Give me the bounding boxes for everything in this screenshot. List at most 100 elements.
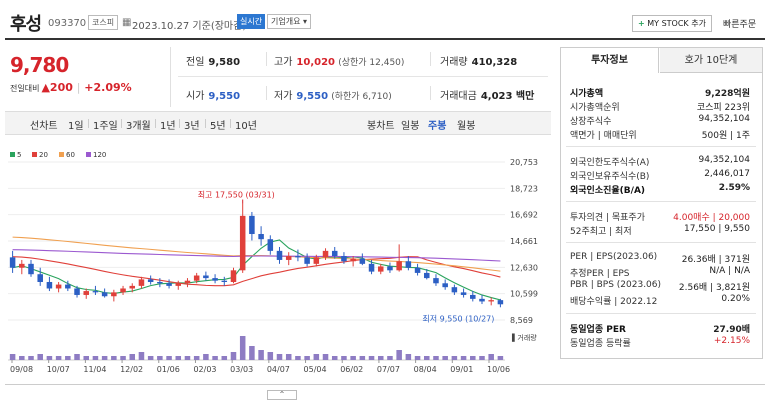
volume-bar bbox=[396, 350, 402, 360]
divider bbox=[566, 313, 756, 314]
divider bbox=[430, 52, 431, 66]
info-label: 액면가 | 매매단위 bbox=[570, 131, 637, 141]
current-price: 9,780 bbox=[10, 53, 69, 77]
candle-body bbox=[258, 234, 264, 240]
volume-bar bbox=[157, 356, 163, 360]
legend-swatch bbox=[86, 152, 91, 157]
quick-order-link[interactable]: 빠른주문 bbox=[723, 17, 756, 30]
volume-bar bbox=[497, 356, 504, 360]
info-label: 동일업종 등락률 bbox=[570, 339, 631, 349]
ma-line-60 bbox=[12, 236, 501, 272]
candle-period-2[interactable]: 월봉 bbox=[457, 117, 475, 132]
info-label: 시가총액순위 bbox=[570, 103, 620, 113]
info-label: 외국인소진율(B/A) bbox=[570, 186, 646, 196]
info-row: 동일업종 PER 27.90배 bbox=[570, 322, 750, 335]
volume-bar bbox=[83, 356, 89, 360]
volume-bar bbox=[184, 356, 191, 360]
info-label: 외국인한도주식수(A) bbox=[570, 158, 650, 168]
volume-bar bbox=[239, 336, 246, 360]
info-row: 배당수익률 | 2022.12 0.20% bbox=[570, 294, 750, 307]
volume-bar bbox=[74, 354, 80, 360]
legend-label: 5 bbox=[17, 151, 21, 159]
x-tick-label: 02/03 bbox=[193, 365, 216, 374]
period-6[interactable]: 10년 bbox=[235, 117, 257, 132]
high-price: 고가 10,020 (상한가 12,450) bbox=[274, 57, 405, 68]
info-label: 배당수익률 | 2022.12 bbox=[570, 297, 658, 307]
volume-bar bbox=[37, 354, 43, 360]
period-3[interactable]: 1년 bbox=[160, 117, 176, 132]
mystock-add-button[interactable]: + MY STOCK 추가 bbox=[632, 15, 712, 32]
tab-orderbook[interactable]: 호가 10단계 bbox=[660, 48, 762, 73]
candle-body bbox=[55, 284, 62, 289]
open-price: 시가 9,550 bbox=[186, 91, 241, 102]
volume-bar bbox=[433, 356, 439, 360]
volume-bar bbox=[221, 356, 228, 360]
x-tick-label: 10/07 bbox=[47, 365, 70, 374]
info-row: 시가총액순위 코스피 223위 bbox=[570, 100, 750, 113]
info-row: 투자의견 | 목표주가 4.00매수 | 20,000 bbox=[570, 210, 750, 223]
period-divider bbox=[205, 119, 206, 128]
candle-body bbox=[368, 263, 375, 272]
candle-period-1[interactable]: 주봉 bbox=[428, 117, 446, 132]
volume-bar bbox=[120, 356, 126, 360]
collapse-button[interactable]: ⌃ bbox=[267, 390, 297, 400]
candle-body bbox=[37, 274, 43, 282]
candle-body bbox=[497, 300, 504, 305]
period-1[interactable]: 1주일 bbox=[93, 117, 118, 132]
period-2[interactable]: 3개월 bbox=[126, 117, 151, 132]
volume-bar bbox=[212, 356, 218, 360]
info-label: PBR | BPS (2023.06) bbox=[570, 280, 662, 290]
candle-body bbox=[239, 215, 246, 271]
info-label: 상장주식수 bbox=[570, 117, 612, 127]
company-overview-button[interactable]: 기업개요 ▾ bbox=[267, 14, 312, 29]
y-tick-label: 16,692 bbox=[510, 211, 538, 220]
candle-body bbox=[451, 287, 458, 293]
realtime-button[interactable]: 실시간 bbox=[237, 14, 266, 29]
min-annotation: 최저 9,550 (10/27) bbox=[422, 313, 494, 323]
chevron-down-icon: ▾ bbox=[303, 17, 308, 26]
info-value: N/A | N/A bbox=[709, 266, 750, 276]
info-value: 2.56배 | 3,821원 bbox=[678, 283, 750, 293]
candle-body bbox=[65, 284, 71, 289]
info-value: 94,352,104 bbox=[698, 155, 750, 165]
candle-body bbox=[19, 263, 25, 268]
legend-label: 120 bbox=[93, 151, 106, 159]
divider bbox=[566, 242, 756, 243]
period-5[interactable]: 5년 bbox=[210, 117, 226, 132]
candle-body bbox=[396, 261, 402, 271]
info-row: PBR | BPS (2023.06) 2.56배 | 3,821원 bbox=[570, 280, 750, 293]
divider bbox=[566, 201, 756, 202]
period-4[interactable]: 3년 bbox=[184, 117, 200, 132]
volume-bar bbox=[460, 356, 467, 360]
tab-investment-info[interactable]: 투자정보 bbox=[561, 48, 659, 73]
candle-chart-label: 봉차트 bbox=[367, 121, 395, 132]
x-tick-label: 12/02 bbox=[120, 365, 143, 374]
legend-swatch bbox=[32, 152, 37, 157]
volume-bar bbox=[267, 352, 274, 360]
info-label: 외국인보유주식수(B) bbox=[570, 172, 650, 182]
period-0[interactable]: 1일 bbox=[68, 117, 84, 132]
candle-body bbox=[9, 257, 16, 268]
candle-body bbox=[212, 278, 218, 281]
candle-body bbox=[350, 258, 356, 262]
candle-body bbox=[157, 281, 163, 284]
candle-period-0[interactable]: 일봉 bbox=[401, 117, 419, 132]
legend-swatch bbox=[10, 152, 15, 157]
volume-label: ▌거래량 bbox=[511, 333, 537, 342]
info-row: 외국인보유주식수(B) 2,446,017 bbox=[570, 169, 750, 182]
candle-body bbox=[120, 288, 126, 293]
volume-bar bbox=[405, 354, 412, 360]
candle-body bbox=[111, 292, 117, 297]
volume-bar bbox=[377, 356, 384, 360]
candle-body bbox=[295, 256, 301, 258]
stock-code: 093370 bbox=[48, 18, 87, 29]
candle-body bbox=[331, 250, 338, 257]
line-chart-label: 선차트 bbox=[30, 121, 58, 132]
info-label: 52주최고 | 최저 bbox=[570, 227, 632, 237]
volume-bar bbox=[65, 356, 71, 360]
volume: 거래량 410,328 bbox=[440, 57, 518, 68]
calendar-icon: ▦ bbox=[122, 17, 132, 28]
candle-body bbox=[184, 280, 191, 284]
x-tick-label: 09/08 bbox=[10, 365, 33, 374]
volume-bar bbox=[479, 356, 485, 360]
